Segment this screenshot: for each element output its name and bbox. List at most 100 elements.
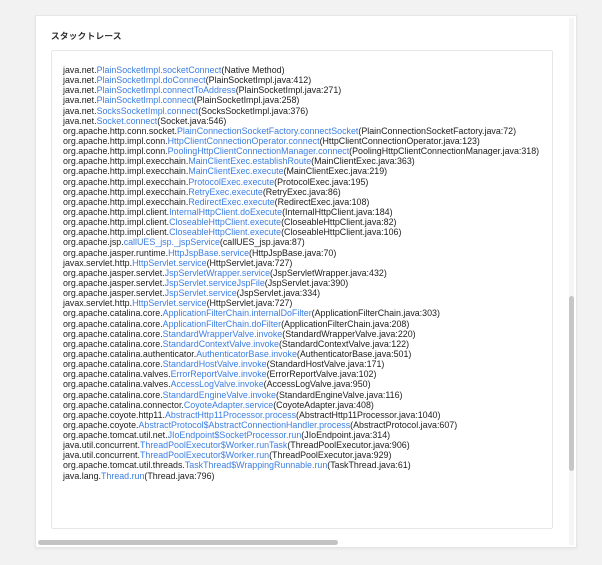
frame-method-link[interactable]: execute bbox=[244, 197, 275, 207]
frame-method-link[interactable]: execute bbox=[243, 177, 274, 187]
frame-class-link[interactable]: MainClientExec bbox=[188, 156, 250, 166]
frame-class-link[interactable]: HttpServlet bbox=[132, 258, 176, 268]
frame-method-link[interactable]: socketConnect bbox=[163, 65, 222, 75]
frame-method-link[interactable]: establishRoute bbox=[252, 156, 311, 166]
frame-class-link[interactable]: PlainSocketImpl bbox=[97, 65, 161, 75]
frame-method-link[interactable]: invoke bbox=[250, 390, 276, 400]
frame-class-link[interactable]: HttpJspBase bbox=[168, 248, 218, 258]
frame-class-link[interactable]: PlainSocketImpl bbox=[97, 75, 161, 85]
frame-method-link[interactable]: service bbox=[242, 268, 270, 278]
frame-class-link[interactable]: RetryExec bbox=[188, 187, 229, 197]
frame-method-link[interactable]: process bbox=[265, 410, 296, 420]
frame-method-link[interactable]: service bbox=[178, 298, 206, 308]
frame-class-link[interactable]: SocksSocketImpl bbox=[97, 106, 165, 116]
frame-method-link[interactable]: serviceJspFile bbox=[209, 278, 265, 288]
frame-method-link[interactable]: process bbox=[319, 420, 350, 430]
frame-location: (JspServlet.java:334) bbox=[236, 288, 321, 299]
frame-method-link[interactable]: invoke bbox=[241, 359, 267, 369]
frame-location: (ApplicationFilterChain.java:303) bbox=[311, 308, 440, 319]
frame-class-link[interactable]: MainClientExec bbox=[188, 166, 250, 176]
frame-method-link[interactable]: invoke bbox=[253, 339, 279, 349]
frame-class-link[interactable]: InternalHttpClient bbox=[169, 207, 238, 217]
frame-method-link[interactable]: _jspService bbox=[174, 237, 220, 247]
frame-method-link[interactable]: execute bbox=[252, 166, 283, 176]
frame-method-link[interactable]: service bbox=[245, 400, 273, 410]
vertical-scrollbar-thumb[interactable] bbox=[569, 296, 574, 471]
stack-frame: java.util.concurrent.ThreadPoolExecutor$… bbox=[63, 440, 539, 450]
frame-class-link[interactable]: AccessLogValve bbox=[171, 379, 236, 389]
frame-class-link[interactable]: Thread bbox=[101, 471, 129, 481]
frame-method-link[interactable]: run bbox=[132, 471, 145, 481]
frame-class-link[interactable]: AuthenticatorBase bbox=[196, 349, 269, 359]
frame-package: org.apache.http.impl.execchain. bbox=[63, 196, 189, 207]
frame-location: (StandardEngineValve.java:116) bbox=[276, 389, 403, 400]
frame-class-link[interactable]: callUES_jsp bbox=[124, 237, 172, 247]
frame-class-link[interactable]: CloseableHttpClient bbox=[169, 217, 247, 227]
frame-class-link[interactable]: StandardEngineValve bbox=[163, 390, 248, 400]
frame-method-link[interactable]: doConnect bbox=[163, 75, 206, 85]
frame-method-link[interactable]: run bbox=[314, 460, 327, 470]
frame-location: (HttpServlet.java:727) bbox=[206, 298, 293, 309]
frame-class-link[interactable]: JIoEndpoint$SocketProcessor bbox=[168, 430, 286, 440]
frame-method-link[interactable]: invoke bbox=[238, 379, 264, 389]
frame-class-link[interactable]: ApplicationFilterChain bbox=[163, 308, 249, 318]
frame-class-link[interactable]: CoyoteAdapter bbox=[184, 400, 243, 410]
frame-method-link[interactable]: doFilter bbox=[251, 319, 281, 329]
stack-frame: org.apache.jasper.servlet.JspServletWrap… bbox=[63, 268, 539, 278]
frame-method-link[interactable]: execute bbox=[232, 187, 263, 197]
frame-class-link[interactable]: ErrorReportValve bbox=[171, 369, 239, 379]
frame-method-link[interactable]: service bbox=[221, 248, 249, 258]
frame-method-link[interactable]: execute bbox=[250, 227, 281, 237]
frame-class-link[interactable]: PoolingHttpClientConnectionManager bbox=[168, 146, 316, 156]
frame-class-link[interactable]: ProtocolExec bbox=[188, 177, 240, 187]
frame-method-link[interactable]: service bbox=[209, 288, 237, 298]
frame-method-link[interactable]: internalDoFilter bbox=[251, 308, 311, 318]
frame-method-link[interactable]: doExecute bbox=[240, 207, 282, 217]
frame-method-link[interactable]: connect bbox=[288, 136, 319, 146]
frame-method-link[interactable]: run bbox=[288, 430, 301, 440]
frame-location: (PlainConnectionSocketFactory.java:72) bbox=[358, 125, 517, 136]
frame-class-link[interactable]: ThreadPoolExecutor$Worker bbox=[140, 440, 254, 450]
frame-method-link[interactable]: connectSocket bbox=[300, 126, 358, 136]
frame-location: (JspServlet.java:390) bbox=[264, 277, 349, 288]
frame-method-link[interactable]: connect bbox=[126, 116, 157, 126]
frame-package: org.apache.catalina.core. bbox=[63, 359, 163, 370]
frame-class-link[interactable]: PlainSocketImpl bbox=[97, 85, 161, 95]
frame-class-link[interactable]: StandardContextValve bbox=[163, 339, 251, 349]
vertical-scrollbar[interactable] bbox=[569, 18, 574, 545]
frame-method-link[interactable]: invoke bbox=[257, 329, 283, 339]
frame-class-link[interactable]: RedirectExec bbox=[188, 197, 241, 207]
frame-method-link[interactable]: connect bbox=[163, 95, 194, 105]
frame-class-link[interactable]: AbstractHttp11Processor bbox=[165, 410, 263, 420]
frame-class-link[interactable]: JspServletWrapper bbox=[165, 268, 240, 278]
frame-class-link[interactable]: ThreadPoolExecutor$Worker bbox=[140, 450, 254, 460]
frame-method-link[interactable]: invoke bbox=[241, 369, 267, 379]
frame-method-link[interactable]: connect bbox=[318, 146, 349, 156]
frame-class-link[interactable]: Socket bbox=[97, 116, 124, 126]
frame-package: org.apache.catalina.authenticator. bbox=[63, 348, 197, 359]
frame-package: org.apache.jasper.servlet. bbox=[63, 267, 165, 278]
frame-class-link[interactable]: CloseableHttpClient bbox=[169, 227, 247, 237]
frame-method-link[interactable]: runTask bbox=[256, 440, 287, 450]
frame-class-link[interactable]: JspServlet bbox=[165, 278, 206, 288]
horizontal-scrollbar-thumb[interactable] bbox=[38, 540, 338, 545]
frame-class-link[interactable]: ApplicationFilterChain bbox=[163, 319, 249, 329]
frame-class-link[interactable]: PlainConnectionSocketFactory bbox=[177, 126, 298, 136]
frame-class-link[interactable]: StandardWrapperValve bbox=[163, 329, 254, 339]
stack-trace-box[interactable]: java.net.PlainSocketImpl.socketConnect(N… bbox=[51, 50, 553, 529]
frame-class-link[interactable]: HttpClientConnectionOperator bbox=[168, 136, 286, 146]
frame-location: (CloseableHttpClient.java:82) bbox=[281, 217, 397, 228]
frame-method-link[interactable]: run bbox=[256, 450, 269, 460]
frame-class-link[interactable]: TaskThread$WrappingRunnable bbox=[185, 460, 312, 470]
frame-class-link[interactable]: PlainSocketImpl bbox=[97, 95, 161, 105]
frame-class-link[interactable]: StandardHostValve bbox=[163, 359, 239, 369]
frame-method-link[interactable]: execute bbox=[250, 217, 281, 227]
frame-class-link[interactable]: JspServlet bbox=[165, 288, 206, 298]
frame-method-link[interactable]: service bbox=[178, 258, 206, 268]
frame-method-link[interactable]: invoke bbox=[271, 349, 297, 359]
frame-method-link[interactable]: connectToAddress bbox=[163, 85, 236, 95]
frame-class-link[interactable]: AbstractProtocol$AbstractConnectionHandl… bbox=[139, 420, 317, 430]
frame-location: (Socket.java:546) bbox=[157, 115, 227, 126]
frame-method-link[interactable]: connect bbox=[167, 106, 198, 116]
frame-class-link[interactable]: HttpServlet bbox=[132, 298, 176, 308]
